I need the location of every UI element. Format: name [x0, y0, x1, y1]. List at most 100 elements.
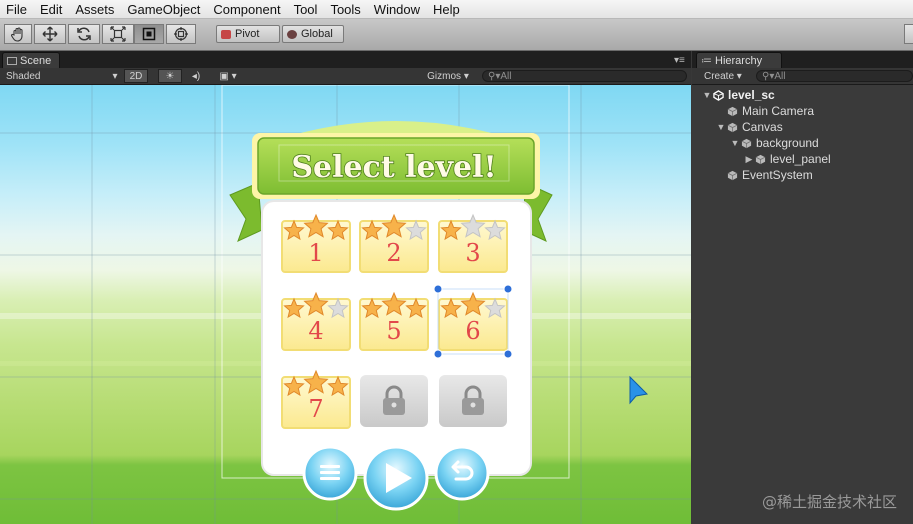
hierarchy-item[interactable]: Main Camera	[692, 103, 814, 119]
scene-tab-icon	[7, 56, 17, 65]
global-label: Global	[301, 28, 333, 40]
hierarchy-toolbar: Create ▾ ⚲▾ All	[692, 68, 913, 85]
cube-icon	[727, 170, 738, 180]
selection-handle-bl[interactable]	[433, 349, 443, 359]
scene-effects-dropdown[interactable]: ▣ ▾	[214, 69, 242, 83]
rect-tool-icon	[142, 27, 156, 41]
level-number: 1	[308, 239, 323, 267]
sun-icon: ☀	[165, 70, 175, 82]
menu-help[interactable]: Help	[427, 2, 467, 17]
expand-caret-icon[interactable]: ▼	[716, 122, 726, 132]
level-tile-locked[interactable]	[439, 375, 507, 427]
level-tile-5[interactable]: 5	[359, 291, 429, 351]
hierarchy-item[interactable]: ▼ level_sc	[692, 87, 775, 103]
back-button[interactable]	[434, 445, 490, 501]
move-tool-button[interactable]	[34, 24, 66, 44]
selection-handle-tr[interactable]	[503, 284, 513, 294]
scale-icon	[110, 26, 126, 42]
hierarchy-search-input[interactable]: ⚲▾ All	[756, 70, 913, 82]
pivot-label: Pivot	[235, 28, 260, 40]
panel-menu-icon[interactable]: ▾≡	[674, 55, 685, 66]
level-number: 4	[308, 317, 323, 345]
tab-hierarchy[interactable]: ≔ Hierarchy	[696, 52, 782, 68]
scene-audio-toggle[interactable]: ◂)	[186, 69, 206, 83]
selection-handle-br[interactable]	[503, 349, 513, 359]
hierarchy-tree: ▼ level_sc Main Camera ▼ Canvas ▼ background ▶ l…	[692, 85, 913, 524]
hierarchy-item-label: background	[756, 136, 819, 150]
menu-assets[interactable]: Assets	[69, 2, 121, 17]
tab-scene-label: Scene	[20, 54, 52, 67]
menu-component[interactable]: Component	[207, 2, 287, 17]
menu-tools[interactable]: Tools	[324, 2, 367, 17]
toolbar-overflow-button[interactable]	[904, 24, 913, 44]
selection-handle-tl[interactable]	[433, 284, 443, 294]
menu-edit[interactable]: Edit	[34, 2, 69, 17]
level-number: 3	[465, 239, 480, 267]
create-dropdown[interactable]: Create ▾	[704, 69, 752, 83]
cube-icon	[755, 154, 766, 164]
transform-tool-button[interactable]	[166, 24, 196, 44]
rect-tool-button[interactable]	[134, 24, 164, 44]
pivot-icon	[221, 29, 231, 39]
mode-2d-toggle[interactable]: 2D	[124, 69, 148, 83]
menu-tool[interactable]: Tool	[288, 2, 325, 17]
menu-gameobject[interactable]: GameObject	[121, 2, 207, 17]
gizmos-dropdown[interactable]: Gizmos ▾	[422, 69, 474, 83]
cube-icon	[741, 138, 752, 148]
shading-mode-dropdown[interactable]: Shaded	[6, 69, 106, 83]
pivot-toggle[interactable]: Pivot	[216, 25, 280, 43]
scale-tool-button[interactable]	[102, 24, 134, 44]
rotate-tool-button[interactable]	[68, 24, 100, 44]
hierarchy-item-label: Canvas	[742, 120, 783, 134]
expand-caret-icon[interactable]: ▼	[702, 90, 712, 100]
hierarchy-item[interactable]: ▼ background	[692, 135, 819, 151]
rotate-icon	[77, 27, 91, 41]
hierarchy-item[interactable]: EventSystem	[692, 167, 813, 183]
hierarchy-tab-bar: ≔ Hierarchy	[692, 51, 913, 68]
scene-lighting-toggle[interactable]: ☀	[158, 69, 182, 83]
mouse-cursor-icon	[629, 375, 649, 405]
menu-window[interactable]: Window	[368, 2, 427, 17]
hierarchy-item[interactable]: ▶ level_panel	[692, 151, 831, 167]
level-tile-7[interactable]: 7	[281, 369, 351, 429]
watermark: @稀土掘金技术社区	[761, 493, 897, 511]
shading-dropdown-arrow-icon: ▾	[112, 70, 118, 82]
level-tile-1[interactable]: 1	[281, 213, 351, 273]
scene-search-placeholder: All	[500, 70, 512, 82]
collapse-caret-icon[interactable]: ▶	[744, 154, 754, 165]
scene-canvas[interactable]: Select level! 1 2 3 4 5 6 7	[0, 85, 691, 524]
hierarchy-item[interactable]: ▼ Canvas	[692, 119, 783, 135]
scene-search-input[interactable]: ⚲▾ All	[482, 70, 687, 82]
global-toggle[interactable]: Global	[282, 25, 344, 43]
level-tile-2[interactable]: 2	[359, 213, 429, 273]
tab-scene[interactable]: Scene	[2, 52, 60, 68]
level-tile-6[interactable]: 6	[438, 291, 508, 351]
hierarchy-search-icon: ⚲▾	[762, 70, 775, 82]
hierarchy-item-label: level_sc	[728, 88, 775, 102]
expand-caret-icon[interactable]: ▼	[730, 138, 740, 148]
search-icon: ⚲▾	[488, 70, 501, 82]
menu-file[interactable]: File	[0, 2, 34, 17]
scene-viewport[interactable]: Select level! 1 2 3 4 5 6 7	[0, 85, 691, 524]
menu-bar: File Edit Assets GameObject Component Tool Too…	[0, 0, 913, 19]
image-icon: ▣ ▾	[219, 70, 237, 82]
hierarchy-search-placeholder: All	[774, 70, 786, 82]
shading-mode-label: Shaded	[6, 70, 41, 82]
level-number: 2	[386, 239, 401, 267]
banner-title: Select level!	[291, 150, 496, 185]
hand-icon	[11, 27, 23, 42]
scene-tab-bar: Scene ▾≡	[0, 51, 691, 68]
level-number: 5	[386, 317, 401, 345]
level-number: 7	[308, 395, 323, 423]
hand-tool-button[interactable]	[4, 24, 32, 44]
cube-icon	[727, 122, 738, 132]
main-toolbar: Pivot Global	[0, 19, 913, 51]
level-number: 6	[465, 317, 480, 345]
menu-button[interactable]	[302, 445, 358, 501]
transform-icon	[174, 27, 188, 41]
level-tile-locked[interactable]	[360, 375, 428, 427]
cube-icon	[727, 106, 738, 116]
level-tile-4[interactable]: 4	[281, 291, 351, 351]
play-button[interactable]	[363, 445, 429, 511]
level-tile-3[interactable]: 3	[438, 213, 508, 273]
